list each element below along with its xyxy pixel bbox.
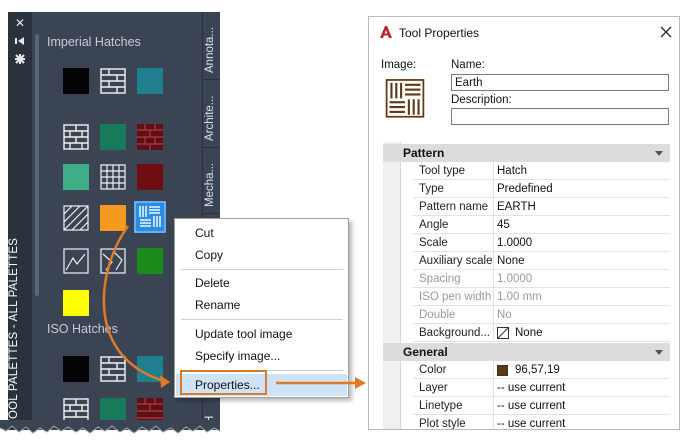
collapse-icon[interactable] — [655, 151, 663, 156]
close-icon[interactable]: ✕ — [13, 16, 27, 30]
hatch-tool-brick[interactable] — [100, 68, 126, 94]
hatch-tool-solid-green[interactable] — [100, 124, 126, 150]
dialog-titlebar[interactable]: Tool Properties — [369, 17, 679, 49]
property-row[interactable]: Scale 1.0000 — [413, 234, 670, 252]
property-row[interactable]: Plot style -- use current — [413, 415, 670, 429]
menu-item-cut[interactable]: Cut — [176, 222, 347, 244]
tab-annotation[interactable]: Annota... — [203, 12, 220, 80]
hatch-tool-solid-orange[interactable] — [100, 205, 126, 231]
hatch-tool-earth-selected[interactable] — [134, 201, 166, 233]
property-row[interactable]: Angle 45 — [413, 216, 670, 234]
palette-scrollbar[interactable] — [35, 34, 39, 296]
hatch-tool-solid-darkred[interactable] — [137, 164, 163, 190]
menu-separator — [181, 319, 343, 320]
section-title-imperial: Imperial Hatches — [47, 35, 141, 49]
hatch-tool-solid-mint[interactable] — [63, 164, 89, 190]
name-label: Name: — [451, 59, 485, 71]
property-row[interactable]: Type Predefined — [413, 180, 670, 198]
arrowhead-icon — [355, 377, 366, 389]
palette-title-strip: ✕ TOOL PALETTES - ALL PALETTES — [8, 12, 32, 430]
menu-item-rename[interactable]: Rename — [176, 294, 347, 316]
description-field[interactable] — [451, 108, 669, 125]
property-row[interactable]: Color 96,57,19 — [413, 361, 670, 379]
properties-highlight-box — [180, 370, 267, 395]
property-row[interactable]: Auxiliary scale None — [413, 252, 670, 270]
hatch-tool-solid-yellow[interactable] — [63, 290, 89, 316]
property-row[interactable]: ISO pen width 1.00 mm — [413, 288, 670, 306]
hatch-tool-gradient-1[interactable] — [63, 248, 89, 274]
auto-hide-icon[interactable] — [13, 34, 27, 48]
property-row[interactable]: Layer -- use current — [413, 379, 670, 397]
property-row[interactable]: Linetype -- use current — [413, 397, 670, 415]
close-icon[interactable] — [659, 25, 673, 39]
hatch-tool-brick-2[interactable] — [63, 124, 89, 150]
property-row[interactable]: Pattern name EARTH — [413, 198, 670, 216]
property-grid: Pattern Tool type Hatch Type Predefined Pa… — [383, 142, 670, 429]
tool-properties-dialog: Tool Properties Image: Name: Description… — [368, 16, 680, 430]
iso-hatch-tool-solid-teal[interactable] — [137, 356, 163, 382]
property-row[interactable]: Background... None — [413, 324, 670, 342]
grid-gutter — [383, 142, 401, 429]
menu-item-update-tool-image[interactable]: Update tool image — [176, 323, 347, 345]
iso-hatch-tool-brick[interactable] — [100, 356, 126, 382]
palette-title: TOOL PALETTES - ALL PALETTES — [8, 237, 20, 426]
hatch-tool-diagonal[interactable] — [63, 205, 89, 231]
hatch-tool-gradient-2[interactable] — [100, 248, 126, 274]
hatch-tool-solid-teal[interactable] — [137, 68, 163, 94]
color-swatch — [497, 365, 508, 376]
description-label: Description: — [451, 94, 512, 106]
image-label: Image: — [381, 59, 417, 71]
property-row[interactable]: Double No — [413, 306, 670, 324]
earth-hatch-image[interactable] — [385, 79, 425, 139]
dialog-title: Tool Properties — [399, 26, 480, 40]
autocad-logo-icon — [380, 26, 392, 38]
property-row[interactable]: Spacing 1.0000 — [413, 270, 670, 288]
property-row[interactable]: Tool type Hatch — [413, 162, 670, 180]
torn-edge — [0, 420, 221, 434]
category-general[interactable]: General — [383, 343, 670, 361]
iso-hatch-tool-solid-black[interactable] — [63, 356, 89, 382]
category-pattern[interactable]: Pattern — [383, 144, 670, 162]
collapse-icon[interactable] — [655, 350, 663, 355]
hatch-tool-solid-black[interactable] — [63, 68, 89, 94]
section-title-iso: ISO Hatches — [47, 322, 118, 336]
hatch-tool-brick-red[interactable] — [137, 124, 163, 150]
tab-architectural[interactable]: Archite... — [203, 80, 220, 148]
menu-separator — [181, 269, 343, 270]
menu-item-copy[interactable]: Copy — [176, 244, 347, 266]
tab-mechanical[interactable]: Mecha... — [203, 148, 220, 214]
none-swatch-icon — [497, 327, 509, 339]
properties-icon[interactable] — [13, 52, 27, 66]
name-field[interactable] — [451, 74, 669, 91]
hatch-tool-solid-brightgreen[interactable] — [137, 248, 163, 274]
menu-item-delete[interactable]: Delete — [176, 272, 347, 294]
menu-item-specify-image[interactable]: Specify image... — [176, 345, 347, 367]
hatch-tool-grid[interactable] — [100, 164, 126, 190]
